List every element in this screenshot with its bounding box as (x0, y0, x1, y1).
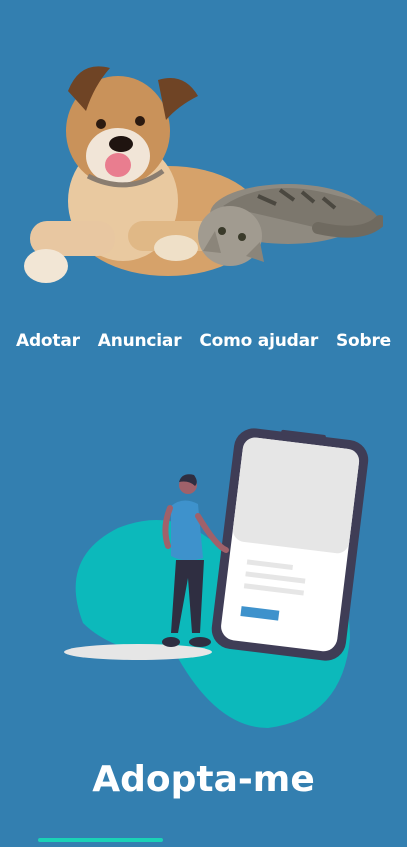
nav-link-como-ajudar[interactable]: Como ajudar (199, 330, 318, 352)
brand-title: Adopta-me (92, 759, 315, 801)
slide-indicator (0, 838, 407, 843)
slide-indicator-fill (38, 838, 163, 842)
main-navigation: Adotar Anunciar Como ajudar Sobre (0, 330, 407, 352)
nav-link-adotar[interactable]: Adotar (16, 330, 80, 352)
hero-pets-image (18, 56, 383, 296)
person-phone-illustration (58, 428, 370, 740)
nav-link-anunciar[interactable]: Anunciar (98, 330, 182, 352)
nav-link-sobre[interactable]: Sobre (336, 330, 391, 352)
person-with-phone-icon (64, 428, 369, 728)
dog-and-cat-icon (24, 66, 383, 283)
